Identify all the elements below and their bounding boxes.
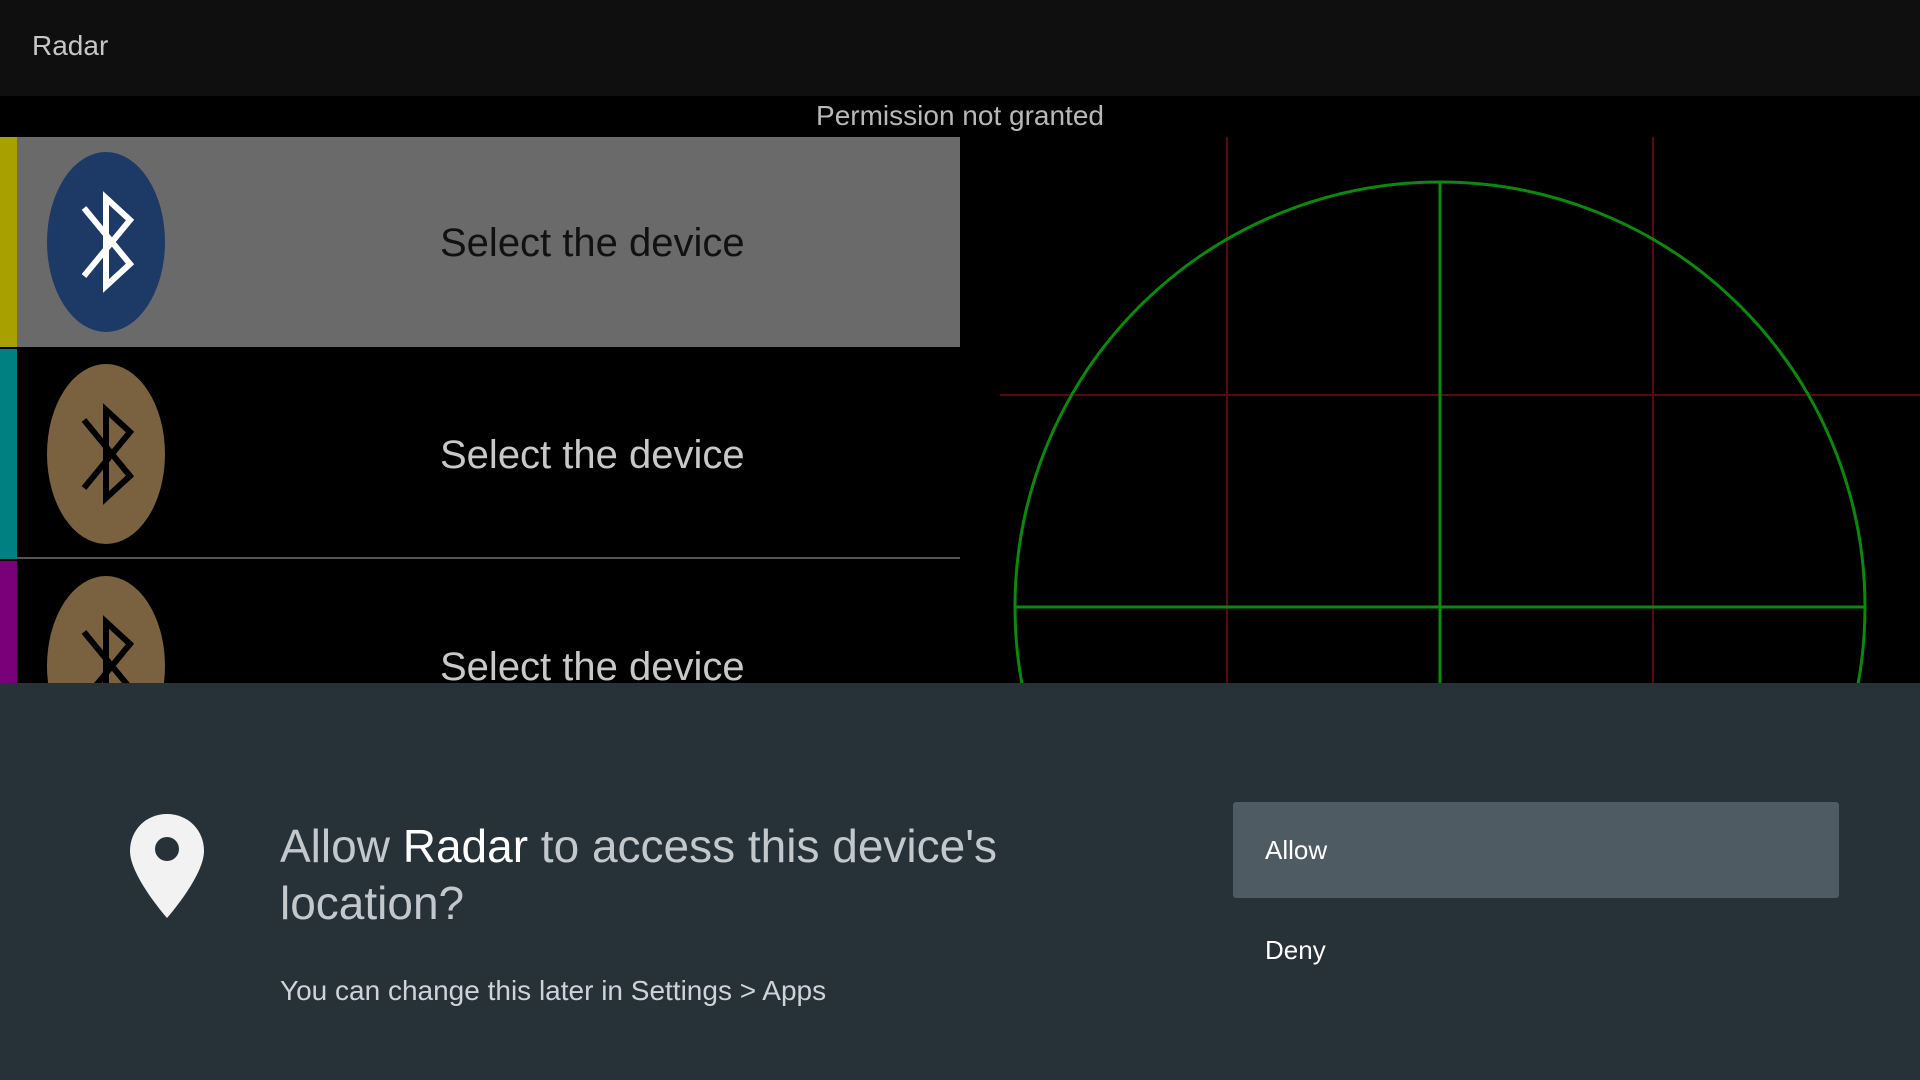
prompt-app-name: Radar (402, 820, 529, 872)
device-label: Select the device (440, 221, 745, 265)
device-list: Select the device Select the device Sele… (0, 137, 960, 683)
permission-hint: You can change this later in Settings > … (280, 975, 827, 1006)
radar-grid (1000, 137, 1920, 683)
permission-prompt: Allow Radar to access this device's loca… (280, 818, 1040, 932)
allow-button[interactable]: Allow (1233, 802, 1839, 898)
device-list-item[interactable]: Select the device (0, 349, 960, 559)
location-pin-icon (130, 814, 204, 918)
bluetooth-icon (47, 576, 165, 683)
app-bar: Radar (0, 0, 1920, 96)
bluetooth-icon (47, 364, 165, 544)
device-list-item[interactable]: Select the device (0, 137, 960, 347)
device-label: Select the device (440, 645, 745, 683)
radar-display (1000, 137, 1920, 683)
device-accent-bar (0, 561, 17, 683)
bluetooth-icon (47, 152, 165, 332)
device-accent-bar (0, 349, 17, 559)
permission-status: Permission not granted (816, 100, 1104, 131)
app-title: Radar (32, 30, 109, 61)
radar-crosshair (1013, 180, 1867, 683)
deny-button[interactable]: Deny (1233, 920, 1839, 982)
list-divider (17, 557, 960, 559)
device-list-item[interactable]: Select the device (0, 561, 960, 683)
device-accent-bar (0, 137, 17, 347)
prompt-prefix: Allow (280, 820, 403, 872)
device-label: Select the device (440, 433, 745, 477)
